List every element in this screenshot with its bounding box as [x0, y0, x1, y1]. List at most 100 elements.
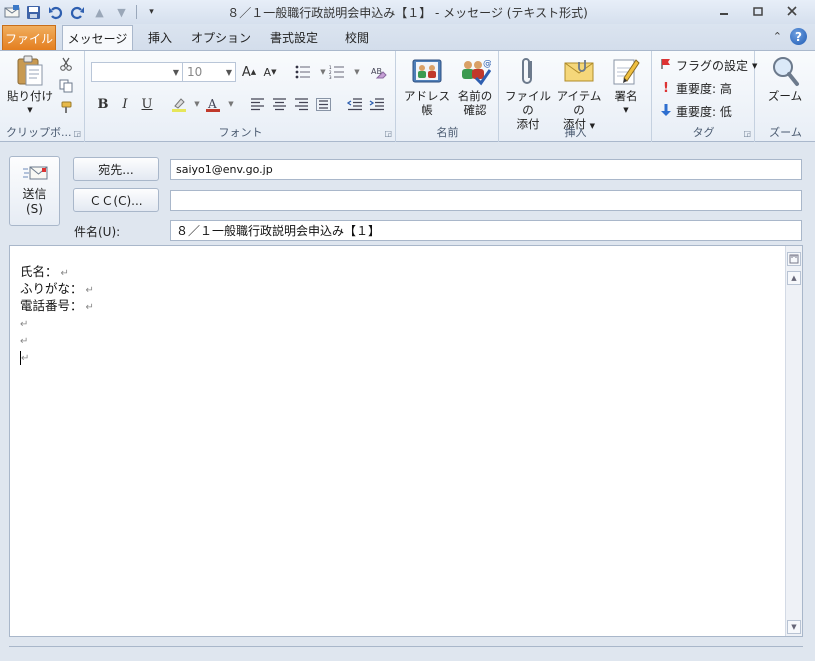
- to-field[interactable]: saiyo1@env.go.jp: [170, 159, 802, 180]
- low-importance-button[interactable]: 重要度: 低: [660, 103, 732, 120]
- body-line: ふりがな： ↵: [20, 281, 94, 296]
- body-line: 電話番号： ↵: [20, 298, 94, 313]
- exclamation-icon: !: [663, 81, 669, 96]
- chevron-down-icon: ▼: [27, 106, 33, 114]
- subject-label: 件名(U):: [74, 225, 121, 239]
- close-button[interactable]: [775, 1, 809, 21]
- tags-group-label: タグ: [692, 126, 715, 139]
- check-names-button[interactable]: @ 名前の 確認: [453, 55, 497, 117]
- follow-up-button[interactable]: フラグの設定 ▼: [660, 57, 757, 74]
- grow-font-icon[interactable]: A ▲: [240, 63, 258, 81]
- tab-message[interactable]: メッセージ: [62, 25, 133, 50]
- group-font: ▼ 10 ▼ A ▲ A ▼ ▼ 123 ▼ AB B I U ▼ A ▼ フォ…: [86, 51, 396, 142]
- font-name-combo[interactable]: ▼: [91, 62, 183, 82]
- tab-options[interactable]: オプション: [190, 25, 252, 50]
- low-importance-label: 重要度: 低: [676, 105, 732, 119]
- group-include: ファイルの 添付 アイテムの 添付 ▼ 署名 ▼ 挿入: [500, 51, 652, 142]
- highlight-icon[interactable]: [170, 95, 188, 113]
- font-group-label: フォント: [218, 126, 263, 139]
- restore-button[interactable]: [741, 1, 775, 21]
- increase-indent-icon[interactable]: [368, 95, 386, 113]
- attach-file-label-1: ファイルの: [505, 89, 551, 117]
- check-names-label-2: 確認: [463, 103, 487, 117]
- font-size-value: 10: [187, 65, 203, 79]
- dialog-launcher-icon[interactable]: ◲: [73, 129, 81, 138]
- svg-text:3: 3: [329, 75, 332, 79]
- format-painter-icon[interactable]: [59, 101, 73, 115]
- chevron-down-icon[interactable]: ▼: [222, 95, 240, 113]
- underline-button[interactable]: U: [138, 95, 156, 113]
- tab-insert[interactable]: 挿入: [140, 25, 180, 50]
- align-center-icon[interactable]: [270, 95, 288, 113]
- address-book-label: アドレス帳: [404, 89, 450, 117]
- magnifier-icon: [769, 55, 801, 87]
- bullets-icon[interactable]: [294, 63, 312, 81]
- justify-icon[interactable]: [314, 95, 332, 113]
- scroll-up-button[interactable]: ▲: [787, 271, 801, 285]
- font-color-icon[interactable]: A: [204, 95, 222, 113]
- tab-review[interactable]: 校閲: [336, 25, 378, 50]
- minimize-button[interactable]: [707, 1, 741, 21]
- attach-item-button[interactable]: アイテムの 添付 ▼: [552, 55, 606, 133]
- include-group-label: 挿入: [564, 126, 587, 139]
- chevron-down-icon: ▼: [172, 67, 179, 77]
- cc-button[interactable]: ＣＣ(C)...: [73, 188, 159, 212]
- svg-text:A: A: [207, 97, 217, 111]
- cc-field[interactable]: [170, 190, 802, 211]
- send-button[interactable]: 送信 (S): [9, 156, 60, 226]
- shrink-font-icon[interactable]: A ▼: [261, 63, 279, 81]
- numbering-icon[interactable]: 123: [328, 63, 346, 81]
- align-left-icon[interactable]: [248, 95, 266, 113]
- body-line: ↵: [20, 348, 94, 365]
- follow-up-label: フラグの設定: [676, 59, 749, 73]
- decrease-indent-icon[interactable]: [346, 95, 364, 113]
- paste-label: 貼り付け: [7, 89, 53, 103]
- chevron-down-icon[interactable]: ▼: [348, 63, 366, 81]
- tab-right-controls: ⌃ ?: [773, 28, 807, 45]
- high-importance-button[interactable]: ! 重要度: 高: [660, 80, 732, 97]
- dialog-launcher-icon[interactable]: ◲: [743, 129, 751, 138]
- to-button[interactable]: 宛先...: [73, 157, 159, 181]
- high-importance-label: 重要度: 高: [676, 82, 732, 96]
- scroll-down-button[interactable]: ▼: [787, 620, 801, 634]
- copy-icon[interactable]: [59, 79, 73, 93]
- tab-file[interactable]: ファイル: [2, 25, 56, 50]
- dialog-launcher-icon[interactable]: ◲: [384, 129, 392, 138]
- message-body[interactable]: 氏名： ↵ ふりがな： ↵ 電話番号： ↵ ↵ ↵ ↵ ▲ ▼: [9, 245, 803, 637]
- paperclip-icon: [512, 55, 544, 87]
- group-zoom: ズーム ズーム: [756, 51, 815, 142]
- names-group-label: 名前: [436, 126, 459, 139]
- send-shortcut: (S): [26, 202, 43, 216]
- italic-button[interactable]: I: [116, 95, 134, 113]
- group-clipboard: 貼り付け ▼ クリップボ... ◲: [0, 51, 85, 142]
- zoom-button[interactable]: ズーム: [761, 55, 809, 103]
- body-text: 氏名： ↵ ふりがな： ↵ 電話番号： ↵ ↵ ↵ ↵: [20, 263, 94, 365]
- collapse-ribbon-icon[interactable]: ⌃: [773, 30, 782, 43]
- window-controls: [707, 1, 809, 21]
- svg-text:@: @: [483, 59, 491, 69]
- send-label: 送信: [22, 187, 47, 201]
- clear-formatting-icon[interactable]: AB: [370, 63, 388, 81]
- check-names-icon: @: [459, 55, 491, 87]
- address-book-button[interactable]: アドレス帳: [401, 55, 453, 117]
- tab-format-text[interactable]: 書式設定: [262, 25, 326, 50]
- signature-button[interactable]: 署名 ▼: [606, 55, 646, 117]
- help-icon[interactable]: ?: [790, 28, 807, 45]
- bold-button[interactable]: B: [94, 95, 112, 113]
- paste-button[interactable]: 貼り付け ▼: [6, 55, 54, 117]
- ruler-toggle-icon[interactable]: [787, 252, 801, 266]
- font-size-combo[interactable]: 10 ▼: [182, 62, 236, 82]
- paste-icon: [14, 55, 46, 87]
- cut-icon[interactable]: [59, 57, 73, 71]
- vertical-scrollbar[interactable]: ▲ ▼: [785, 246, 802, 636]
- group-names: アドレス帳 @ 名前の 確認 名前: [397, 51, 499, 142]
- attach-item-label-1: アイテムの: [556, 89, 602, 117]
- attach-file-button[interactable]: ファイルの 添付: [502, 55, 554, 131]
- envelope-icon: [563, 55, 595, 87]
- align-right-icon[interactable]: [292, 95, 310, 113]
- subject-field[interactable]: ８／１一般職行政説明会申込み【１】: [170, 220, 802, 241]
- address-book-icon: [411, 55, 443, 87]
- ribbon-tab-row: ファイル メッセージ 挿入 オプション 書式設定 校閲 ⌃ ?: [0, 24, 815, 50]
- clipboard-group-label: クリップボ...: [6, 126, 72, 139]
- signature-label: 署名: [614, 89, 638, 103]
